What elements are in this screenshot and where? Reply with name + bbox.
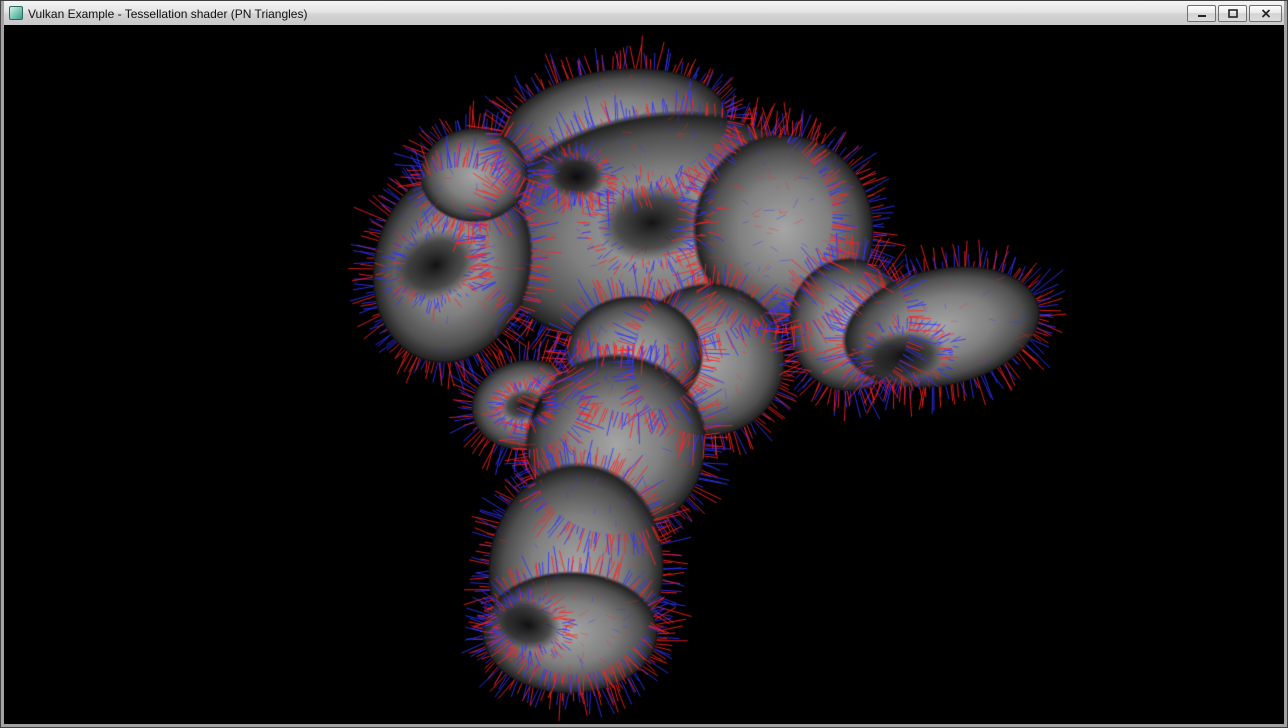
window-title: Vulkan Example - Tessellation shader (PN… (28, 6, 1182, 21)
close-icon (1261, 9, 1271, 18)
maximize-icon (1228, 9, 1238, 18)
app-window: Vulkan Example - Tessellation shader (PN… (0, 0, 1288, 728)
maximize-button[interactable] (1218, 5, 1247, 22)
close-button[interactable] (1249, 5, 1282, 22)
minimize-icon (1197, 9, 1207, 18)
viewport (4, 25, 1284, 724)
titlebar[interactable]: Vulkan Example - Tessellation shader (PN… (4, 1, 1284, 25)
window-controls (1187, 5, 1282, 22)
app-icon[interactable] (9, 6, 23, 20)
minimize-button[interactable] (1187, 5, 1216, 22)
render-canvas[interactable] (4, 25, 1284, 724)
